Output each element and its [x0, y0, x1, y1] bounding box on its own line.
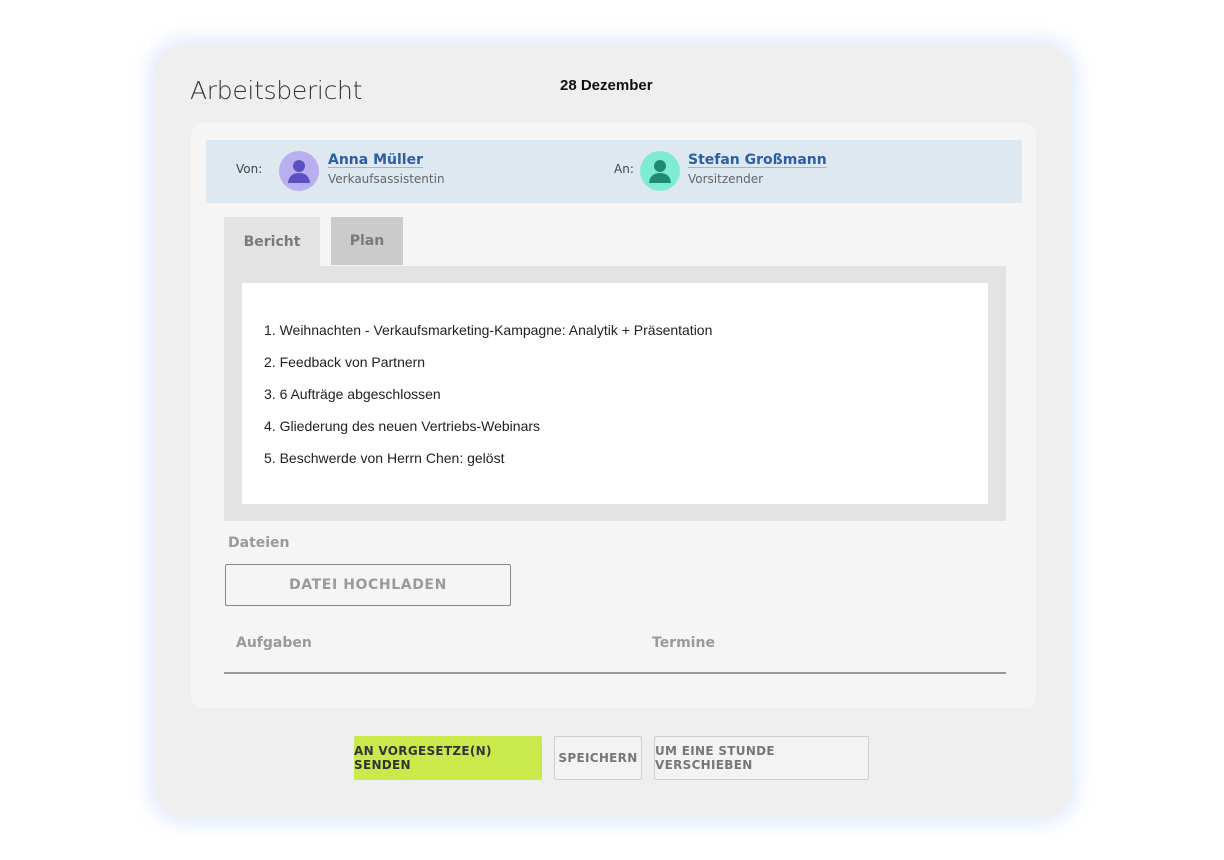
list-item: 1. Weihnachten - Verkaufsmarketing-Kampa… — [264, 322, 713, 338]
user-icon — [649, 160, 671, 183]
from-role: Verkaufsassistentin — [328, 172, 445, 186]
to-role: Vorsitzender — [688, 172, 764, 186]
upload-file-button[interactable]: DATEI HOCHLADEN — [225, 564, 511, 606]
user-icon — [288, 160, 310, 183]
table-divider — [224, 672, 1006, 674]
list-item: 5. Beschwerde von Herrn Chen: gelöst — [264, 450, 505, 466]
avatar-to[interactable] — [640, 151, 680, 191]
send-to-supervisor-button[interactable]: AN VORGESETZE(N) SENDEN — [354, 736, 542, 780]
dates-column-header: Termine — [652, 635, 715, 651]
from-label: Von: — [236, 162, 263, 176]
files-label: Dateien — [228, 535, 290, 551]
list-item: 3. 6 Aufträge abgeschlossen — [264, 386, 441, 402]
postpone-one-hour-button[interactable]: UM EINE STUNDE VERSCHIEBEN — [654, 736, 869, 780]
report-date: 28 Dezember — [560, 77, 653, 94]
tab-bericht[interactable]: Bericht — [224, 217, 320, 266]
tasks-column-header: Aufgaben — [236, 635, 312, 651]
save-button[interactable]: SPEICHERN — [554, 736, 642, 780]
list-item: 4. Gliederung des neuen Vertriebs-Webina… — [264, 418, 541, 434]
page-title: Arbeitsbericht — [190, 76, 363, 105]
tab-plan[interactable]: Plan — [331, 217, 403, 265]
avatar-from[interactable] — [279, 151, 319, 191]
from-name-link[interactable]: Anna Müller — [328, 152, 423, 168]
to-name-link[interactable]: Stefan Großmann — [688, 152, 827, 168]
list-item: 2. Feedback von Partnern — [264, 354, 426, 370]
to-label: An: — [614, 162, 634, 176]
